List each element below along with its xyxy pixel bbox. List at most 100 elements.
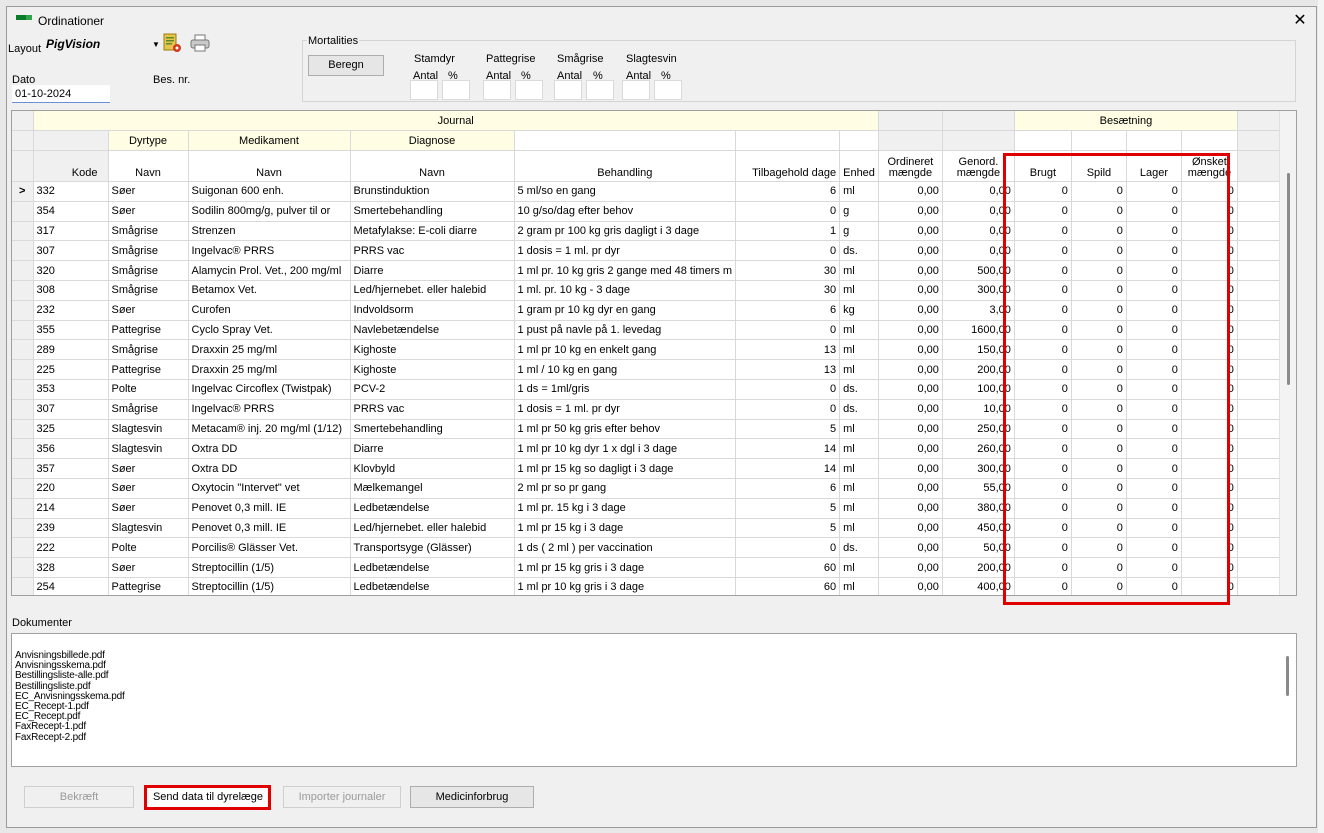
row-header[interactable] [12,419,34,440]
cell-dyrtype[interactable]: Pattegrise [108,577,189,595]
cell-kode[interactable]: 214 [33,498,109,519]
cell-behandling[interactable]: 1 ml pr 50 kg gris efter behov [514,419,737,440]
cell-brugt[interactable]: 0 [1014,181,1072,202]
cell-dyrtype[interactable]: Pattegrise [108,320,189,341]
chevron-down-icon[interactable]: ▼ [152,40,160,49]
cell-diagnose[interactable]: Diarre [350,260,515,282]
cell-medikament[interactable]: Porcilis® Glässer Vet. [188,537,351,559]
cell-spild[interactable]: 0 [1071,498,1127,519]
cell-genord[interactable]: 0,00 [942,240,1015,262]
layout-select[interactable]: PigVision [46,37,100,51]
cell-enhed[interactable]: ml [839,280,879,301]
cell-kode[interactable]: 325 [33,419,109,440]
cell-behandling[interactable]: 1 ml pr 10 kg dyr 1 x dgl i 3 dage [514,438,737,460]
cell-behandling[interactable]: 1 ml pr. 10 kg gris 2 gange med 48 timer… [514,260,737,282]
row-header[interactable] [12,359,34,381]
cell-ordineret[interactable]: 0,00 [878,240,943,262]
cell-dyrtype[interactable]: Smågrise [108,260,189,282]
col-spild[interactable]: Spild [1071,150,1127,183]
cell-tilbagehold[interactable]: 30 [735,260,841,282]
cell-spild[interactable]: 0 [1071,260,1127,282]
cell-lager[interactable]: 0 [1126,498,1182,519]
cell-lager[interactable]: 0 [1126,419,1182,440]
cell-kode[interactable]: 307 [33,399,109,420]
row-header[interactable]: > [12,181,34,202]
cell-enhed[interactable]: ml [839,419,879,440]
cell-medikament[interactable]: Cyclo Spray Vet. [188,320,351,341]
row-header[interactable] [12,379,34,400]
cell-dyrtype[interactable]: Søer [108,557,189,579]
cell-brugt[interactable]: 0 [1014,458,1072,480]
cell-ordineret[interactable]: 0,00 [878,201,943,222]
cell-genord[interactable]: 200,00 [942,557,1015,579]
cell-onsket[interactable]: 0 [1181,339,1238,361]
cell-diagnose[interactable]: Diarre [350,438,515,460]
close-button[interactable]: ✕ [1290,11,1310,31]
cell-kode[interactable]: 317 [33,221,109,242]
cell-brugt[interactable]: 0 [1014,320,1072,341]
cell-brugt[interactable]: 0 [1014,260,1072,282]
row-header[interactable] [12,240,34,262]
cell-diagnose[interactable]: Indvoldsorm [350,300,515,321]
cell-diagnose[interactable]: PRRS vac [350,399,515,420]
cell-dyrtype[interactable]: Smågrise [108,221,189,242]
cell-behandling[interactable]: 5 ml/so en gang [514,181,737,202]
cell-ordineret[interactable]: 0,00 [878,419,943,440]
cell-ordineret[interactable]: 0,00 [878,320,943,341]
cell-medikament[interactable]: Streptocillin (1/5) [188,577,351,595]
cell-brugt[interactable]: 0 [1014,240,1072,262]
row-header[interactable] [12,320,34,341]
cell-medikament[interactable]: Alamycin Prol. Vet., 200 mg/ml [188,260,351,282]
table-row[interactable]: 353 Polte Ingelvac Circoflex (Twistpak) PCV… [12,379,1293,400]
cell-diagnose[interactable]: Smertebehandling [350,201,515,222]
cell-enhed[interactable]: ml [839,438,879,460]
cell-spild[interactable]: 0 [1071,438,1127,460]
table-row[interactable]: 225 Pattegrise Draxxin 25 mg/ml Kighoste 1 m… [12,359,1293,381]
cell-lager[interactable]: 0 [1126,339,1182,361]
row-header[interactable] [12,537,34,559]
cell-brugt[interactable]: 0 [1014,577,1072,595]
cell-spild[interactable]: 0 [1071,478,1127,499]
cell-ordineret[interactable]: 0,00 [878,557,943,579]
cell-kode[interactable]: 355 [33,320,109,341]
cell-genord[interactable]: 1600,00 [942,320,1015,341]
cell-enhed[interactable]: g [839,201,879,222]
cell-diagnose[interactable]: Kighoste [350,359,515,381]
table-row[interactable]: 308 Smågrise Betamox Vet. Led/hjernebet. el… [12,280,1293,301]
cell-kode[interactable]: 332 [33,181,109,202]
cell-brugt[interactable]: 0 [1014,221,1072,242]
documents-list[interactable]: Anvisningsbillede.pdf Anvisningsskema.pdf… [11,633,1297,767]
cell-enhed[interactable]: ml [839,557,879,579]
cell-ordineret[interactable]: 0,00 [878,438,943,460]
cell-diagnose[interactable]: Led/hjernebet. eller halebid [350,280,515,301]
cell-enhed[interactable]: ml [839,518,879,539]
cell-enhed[interactable]: kg [839,300,879,321]
cell-dyrtype[interactable]: Søer [108,498,189,519]
cell-genord[interactable]: 300,00 [942,280,1015,301]
cell-tilbagehold[interactable]: 0 [735,399,841,420]
cell-tilbagehold[interactable]: 6 [735,300,841,321]
cell-enhed[interactable]: ml [839,260,879,282]
slagtesvin-antal-input[interactable] [622,80,650,100]
cell-spild[interactable]: 0 [1071,320,1127,341]
cell-ordineret[interactable]: 0,00 [878,300,943,321]
cell-genord[interactable]: 500,00 [942,260,1015,282]
cell-tilbagehold[interactable]: 60 [735,557,841,579]
cell-ordineret[interactable]: 0,00 [878,518,943,539]
cell-medikament[interactable]: Oxytocin "Intervet" vet [188,478,351,499]
cell-enhed[interactable]: ml [839,320,879,341]
cell-diagnose[interactable]: Ledbetændelse [350,557,515,579]
cell-spild[interactable]: 0 [1071,379,1127,400]
row-header[interactable] [12,201,34,222]
cell-genord[interactable]: 100,00 [942,379,1015,400]
cell-enhed[interactable]: ml [839,359,879,381]
cell-lager[interactable]: 0 [1126,240,1182,262]
cell-spild[interactable]: 0 [1071,280,1127,301]
cell-medikament[interactable]: Penovet 0,3 mill. IE [188,518,351,539]
cell-onsket[interactable]: 0 [1181,498,1238,519]
cell-medikament[interactable]: Suigonan 600 enh. [188,181,351,202]
cell-onsket[interactable]: 0 [1181,557,1238,579]
cell-tilbagehold[interactable]: 14 [735,438,841,460]
pattegrise-antal-input[interactable] [483,80,511,100]
stamdyr-antal-input[interactable] [410,80,438,100]
